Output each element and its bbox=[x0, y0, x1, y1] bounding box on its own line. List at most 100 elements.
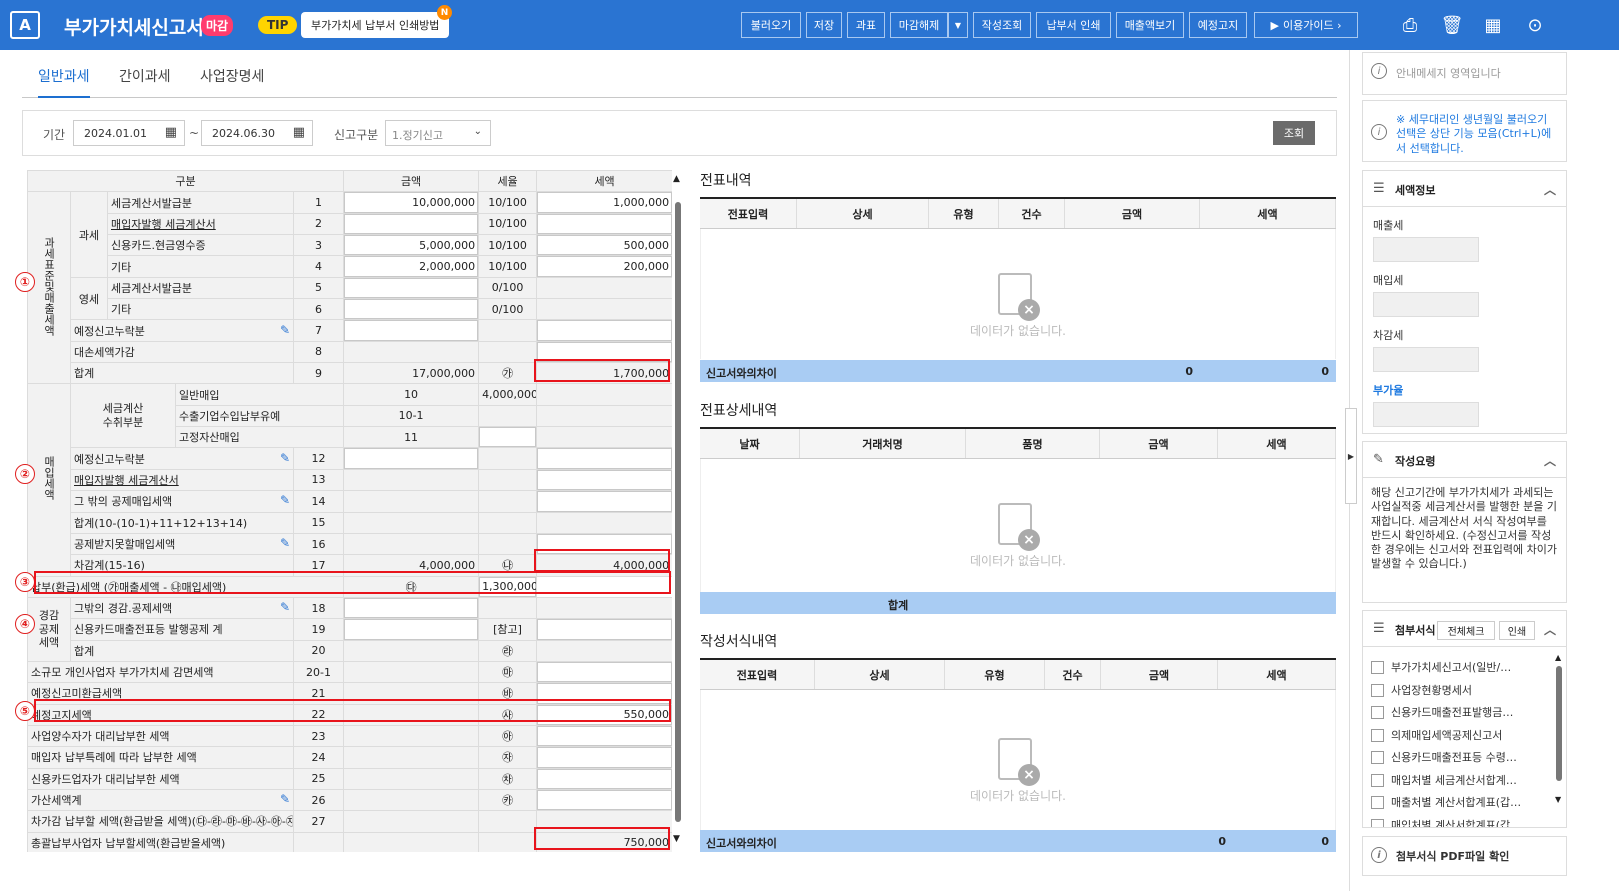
panel-collapse-handle[interactable]: ▶ bbox=[1345, 408, 1357, 504]
report-type-select[interactable]: 1.정기신고 ⌄ bbox=[385, 120, 491, 146]
amount-field[interactable] bbox=[343, 212, 480, 236]
chevron-up-icon[interactable]: ︿ bbox=[1544, 621, 1556, 638]
save-button[interactable]: 저장 bbox=[806, 12, 842, 38]
edit-icon[interactable]: ✎ bbox=[280, 451, 290, 465]
close-release-button[interactable]: 마감해제 bbox=[890, 12, 948, 38]
print-icon[interactable]: ⎙ bbox=[1397, 12, 1423, 38]
edit-icon[interactable]: ✎ bbox=[280, 536, 290, 550]
rate-link[interactable]: 부가율 bbox=[1373, 382, 1566, 398]
edit-icon[interactable]: ✎ bbox=[280, 323, 290, 337]
grid-column-header[interactable]: 금액 bbox=[1065, 199, 1200, 228]
grid-column-header[interactable]: 품명 bbox=[966, 429, 1100, 458]
base-button[interactable]: 과표 bbox=[847, 12, 885, 38]
attach-item[interactable]: 매입처별 세금계산서합계… bbox=[1371, 772, 1517, 788]
checkbox[interactable] bbox=[1371, 728, 1384, 742]
form-scrollbar[interactable]: ▲ ▼ bbox=[672, 172, 684, 846]
grid-column-header[interactable]: 건수 bbox=[1045, 660, 1101, 689]
chevron-up-icon[interactable]: ︿ bbox=[1544, 452, 1556, 469]
print-button[interactable]: 인쇄 bbox=[1499, 621, 1535, 640]
grid-column-header[interactable]: 세액 bbox=[1218, 660, 1336, 689]
edit-icon[interactable]: ✎ bbox=[280, 493, 290, 507]
tax-field[interactable] bbox=[536, 319, 672, 342]
attach-item[interactable]: 부가가치세신고서(일반/… bbox=[1371, 659, 1511, 675]
tax-field[interactable] bbox=[536, 788, 672, 812]
grid-column-header[interactable]: 상세 bbox=[797, 199, 929, 228]
amount-field[interactable] bbox=[343, 276, 480, 300]
checkbox[interactable] bbox=[1371, 796, 1384, 809]
scroll-thumb[interactable] bbox=[675, 202, 681, 822]
check-all-button[interactable]: 전체체크 bbox=[1437, 621, 1495, 640]
tax-field[interactable] bbox=[536, 618, 672, 641]
load-button[interactable]: 불러오기 bbox=[741, 12, 801, 38]
grid-column-header[interactable]: 유형 bbox=[929, 199, 999, 228]
attach-item[interactable]: 사업장현황명세서 bbox=[1371, 682, 1472, 698]
attach-item[interactable]: 신용카드매출전표등 수령… bbox=[1371, 749, 1517, 765]
calendar-icon[interactable]: ▦ bbox=[293, 125, 305, 140]
chevron-up-icon[interactable]: ︿ bbox=[1544, 181, 1556, 198]
trash-icon[interactable]: 🗑 bbox=[1439, 12, 1465, 38]
checkbox[interactable] bbox=[1371, 661, 1384, 674]
scroll-thumb[interactable] bbox=[1556, 666, 1562, 781]
checkbox[interactable] bbox=[1371, 683, 1384, 697]
notice-button[interactable]: 예정고지 bbox=[1189, 12, 1247, 38]
amount-field[interactable]: 2,000,000 bbox=[343, 255, 480, 278]
tax-field[interactable] bbox=[536, 724, 672, 748]
grid-column-header[interactable]: 상세 bbox=[815, 660, 945, 689]
checkbox[interactable] bbox=[1371, 818, 1384, 827]
tax-field[interactable]: 500,000 bbox=[536, 234, 672, 257]
tax-field[interactable]: 200,000 bbox=[536, 255, 672, 278]
attach-item[interactable]: 신용카드매출전표발행금… bbox=[1371, 704, 1513, 720]
calendar-icon[interactable]: ▦ bbox=[165, 125, 177, 140]
scroll-up-icon[interactable]: ▲ bbox=[1555, 653, 1563, 662]
print-payment-button[interactable]: 납부서 인쇄 bbox=[1036, 12, 1111, 38]
attach-item[interactable]: 매출처별 계산서합계표(갑… bbox=[1371, 794, 1521, 810]
edit-icon[interactable]: ✎ bbox=[280, 600, 290, 614]
tax-field[interactable] bbox=[536, 746, 672, 769]
checkbox[interactable] bbox=[1371, 706, 1384, 719]
grid-column-header[interactable]: 전표입력 bbox=[700, 199, 797, 228]
calculator-icon[interactable]: ▦ bbox=[1480, 12, 1506, 38]
guide-button[interactable]: ▶ 이용가이드 › bbox=[1254, 12, 1358, 38]
grid-column-header[interactable]: 유형 bbox=[945, 660, 1045, 689]
amount-field[interactable] bbox=[343, 319, 480, 342]
checkbox[interactable] bbox=[1371, 773, 1384, 787]
edit-icon[interactable]: ✎ bbox=[280, 792, 290, 806]
attach-scrollbar[interactable]: ▲ ▼ bbox=[1555, 653, 1563, 823]
tab-general[interactable]: 일반과세 bbox=[38, 66, 90, 98]
checkbox[interactable] bbox=[1371, 751, 1384, 764]
amount-field[interactable]: 5,000,000 bbox=[343, 234, 480, 257]
attach-item[interactable]: 의제매입세액공제신고서 bbox=[1371, 727, 1502, 743]
tax-field[interactable] bbox=[536, 767, 672, 790]
amount-field[interactable]: 10,000,000 bbox=[343, 191, 480, 214]
amount-field[interactable] bbox=[478, 426, 538, 449]
grid-column-header[interactable]: 세액 bbox=[1218, 429, 1336, 458]
view-button[interactable]: 작성조회 bbox=[973, 12, 1031, 38]
grid-column-header[interactable]: 세액 bbox=[1200, 199, 1336, 228]
tax-field[interactable] bbox=[536, 490, 672, 513]
tab-simplified[interactable]: 간이과세 bbox=[119, 66, 171, 96]
scroll-down-icon[interactable]: ▼ bbox=[673, 834, 680, 844]
grid-column-header[interactable]: 날짜 bbox=[700, 429, 800, 458]
grid-column-header[interactable]: 전표입력 bbox=[700, 660, 815, 689]
grid-column-header[interactable]: 건수 bbox=[999, 199, 1065, 228]
date-to-input[interactable]: 2024.06.30 ▦ bbox=[201, 120, 313, 146]
more-icon[interactable]: ⊙ bbox=[1522, 12, 1548, 38]
amount-field[interactable] bbox=[343, 596, 480, 620]
tax-field[interactable] bbox=[536, 212, 672, 236]
amount-field[interactable] bbox=[343, 618, 480, 641]
grid-column-header[interactable]: 금액 bbox=[1101, 660, 1218, 689]
sales-view-button[interactable]: 매출액보기 bbox=[1116, 12, 1184, 38]
date-from-input[interactable]: 2024.01.01 ▦ bbox=[73, 120, 185, 146]
amount-field[interactable] bbox=[343, 447, 480, 470]
dropdown-arrow-icon[interactable]: ▼ bbox=[948, 12, 968, 38]
tax-field[interactable]: 1,000,000 bbox=[536, 191, 672, 214]
grid-column-header[interactable]: 금액 bbox=[1100, 429, 1218, 458]
search-button[interactable]: 조회 bbox=[1273, 121, 1315, 145]
tax-field[interactable] bbox=[536, 660, 672, 684]
scroll-down-icon[interactable]: ▼ bbox=[1555, 795, 1563, 804]
grid-column-header[interactable]: 거래처명 bbox=[800, 429, 966, 458]
tab-business[interactable]: 사업장명세 bbox=[200, 66, 264, 96]
scroll-up-icon[interactable]: ▲ bbox=[673, 174, 680, 184]
attach-item[interactable]: 매입처별 계산서합계표(갑… bbox=[1371, 817, 1521, 827]
tax-field[interactable] bbox=[536, 447, 672, 470]
